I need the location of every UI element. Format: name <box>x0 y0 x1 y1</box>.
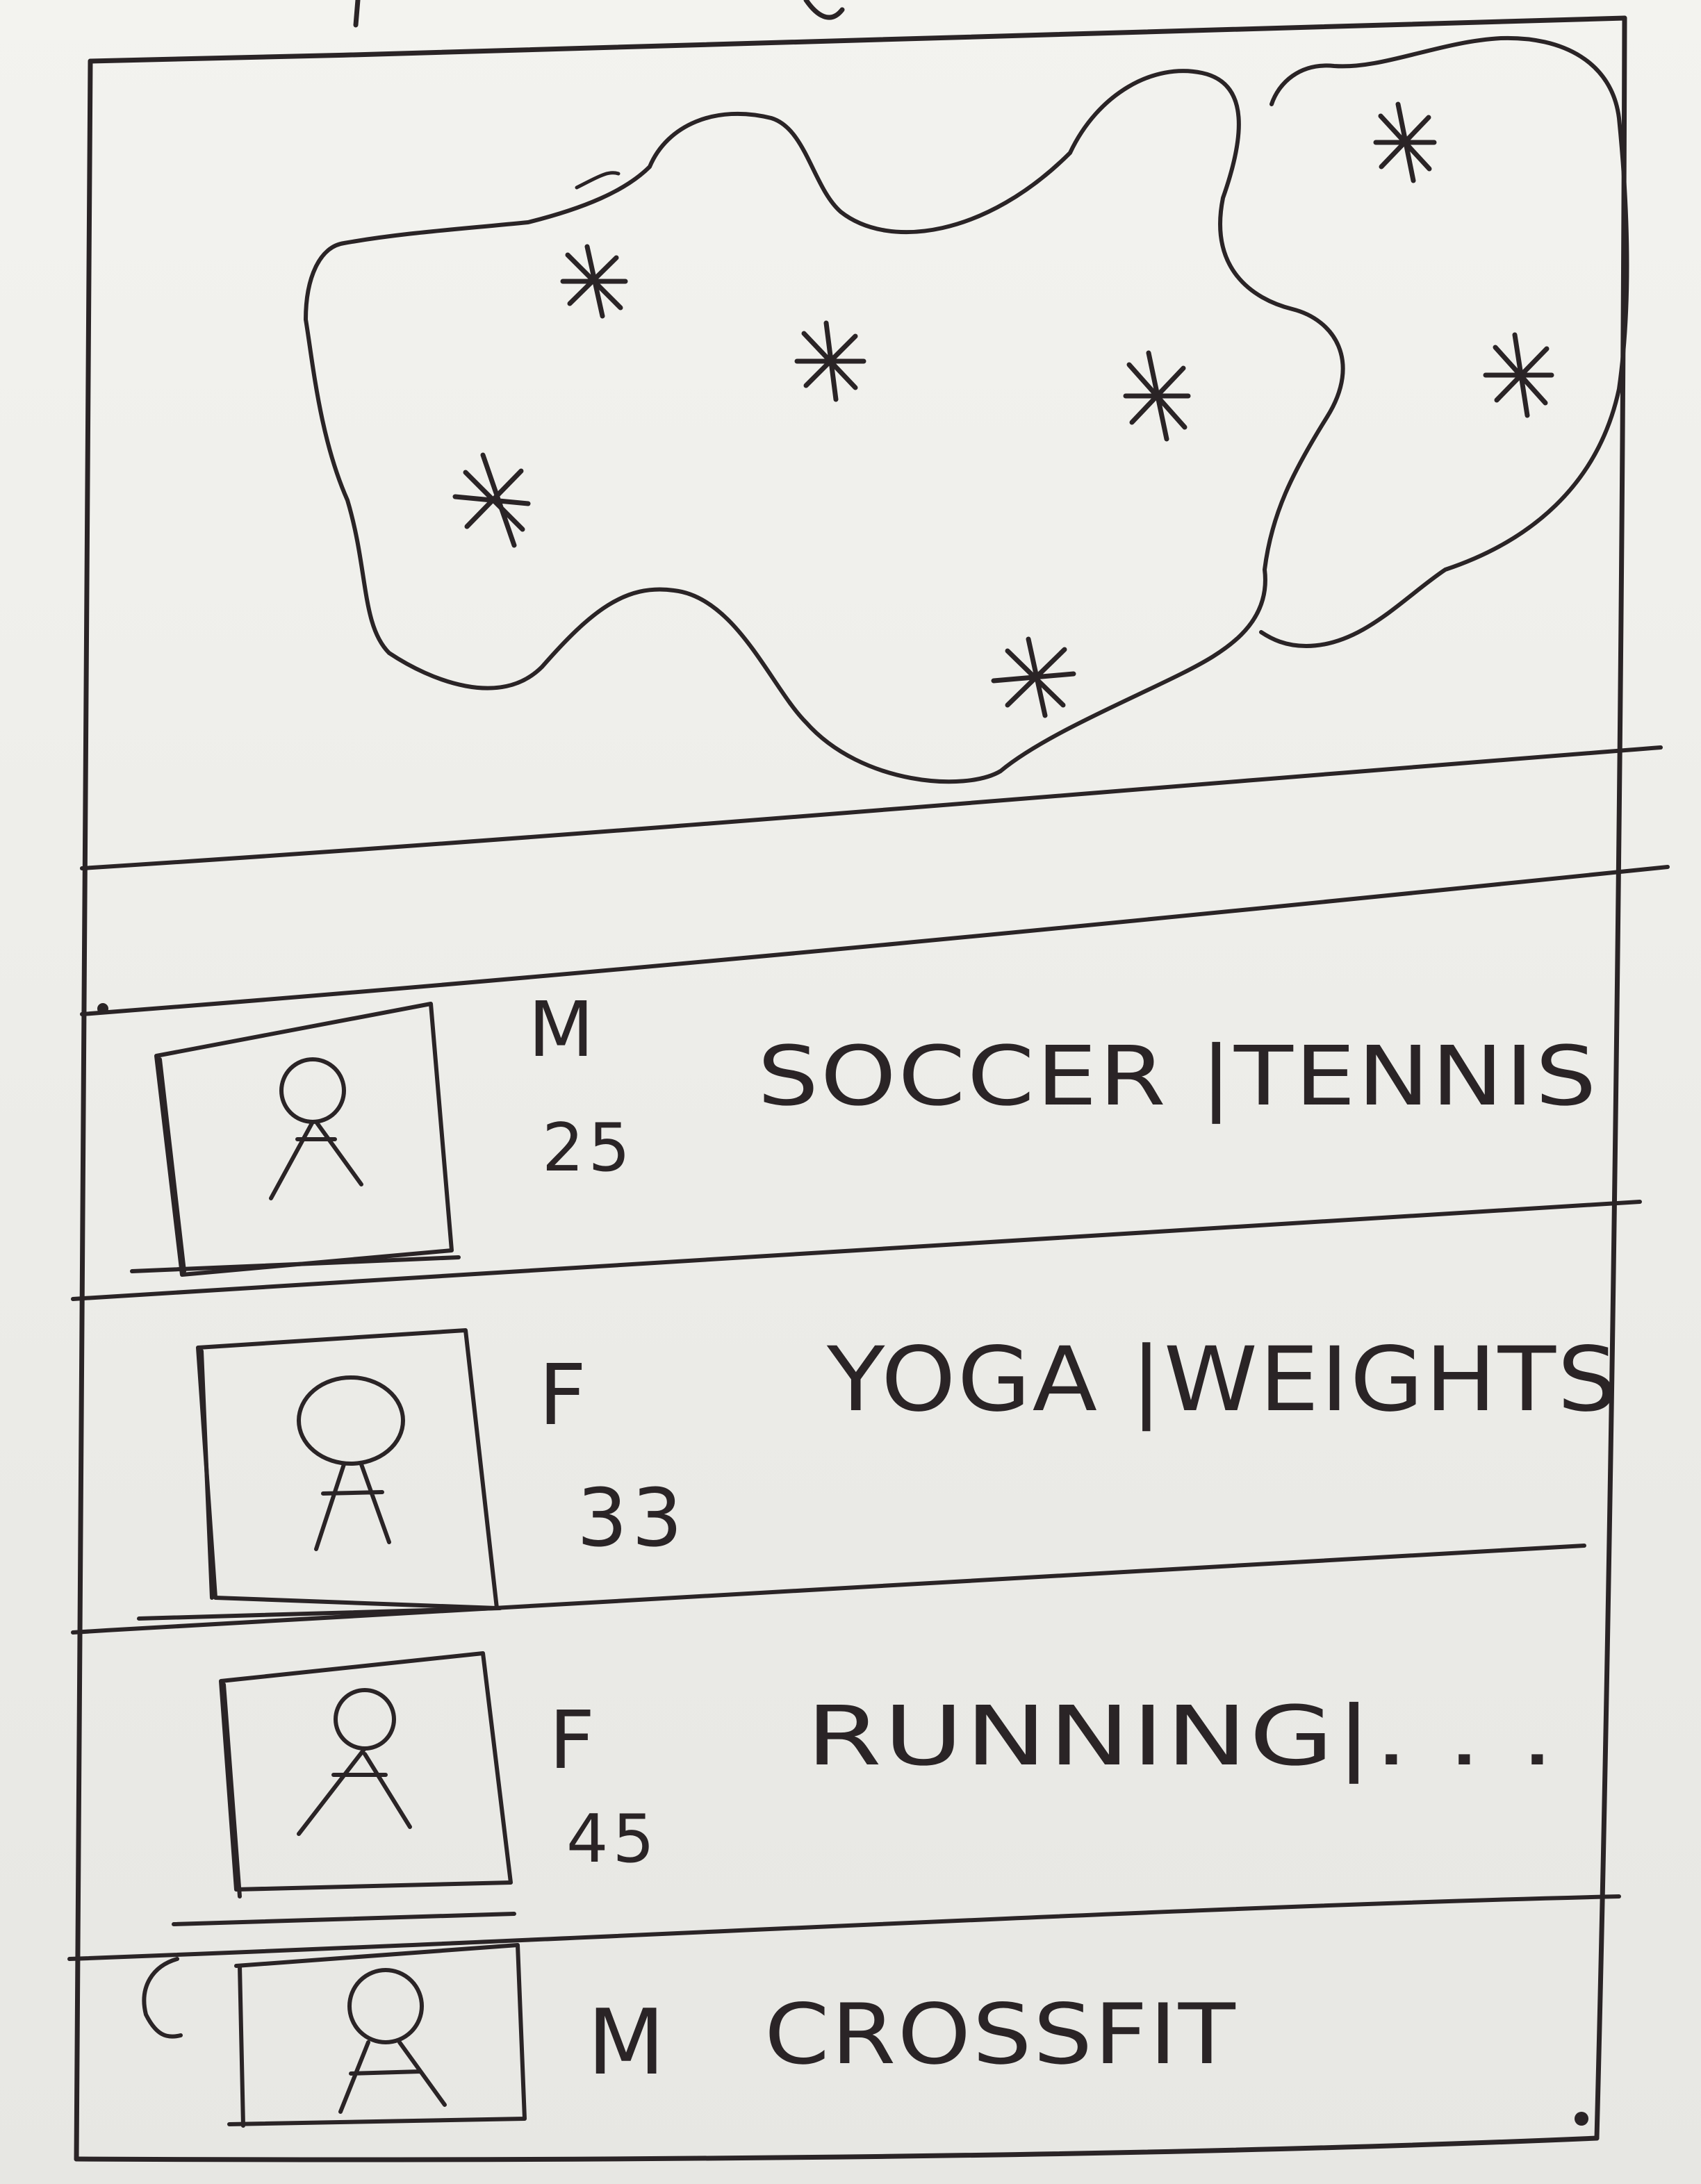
map-view[interactable] <box>304 35 1629 784</box>
age-label: 45 <box>566 1801 659 1878</box>
gender-label: F <box>549 1694 599 1787</box>
avatar-thumbnail <box>142 1943 527 2128</box>
avatar-thumbnail <box>154 1002 454 1277</box>
map-marker-3[interactable] <box>1123 350 1191 442</box>
person-icon <box>269 1057 363 1200</box>
age-label: 25 <box>542 1110 634 1186</box>
map-marker-4[interactable] <box>452 452 531 548</box>
phone-screen-sketch: M 25 SOCCER |TENNIS F 33 YOGA |WEIGHTS F <box>67 0 1670 2162</box>
person-icon <box>338 1968 447 2114</box>
age-label: 33 <box>577 1472 687 1565</box>
map-divider <box>80 745 1670 1016</box>
map-region-outline-east <box>1259 35 1629 648</box>
list-item[interactable]: F 33 YOGA |WEIGHTS <box>196 1328 1619 1610</box>
gender-label: M <box>587 1989 669 2095</box>
map-marker-2[interactable] <box>794 320 866 402</box>
list-item[interactable]: M CROSSFIT <box>142 1943 1237 2128</box>
map-marker-5[interactable] <box>991 636 1076 718</box>
gender-label: F <box>539 1348 591 1444</box>
map-marker-6[interactable] <box>1373 101 1437 183</box>
activities-label: YOGA |WEIGHTS <box>826 1328 1619 1432</box>
map-region-outline <box>304 69 1345 784</box>
person-icon <box>297 1688 412 1836</box>
avatar-thumbnail <box>196 1328 499 1610</box>
wireframe-sketch: M 25 SOCCER |TENNIS F 33 YOGA |WEIGHTS F <box>0 0 1701 2184</box>
list-separators <box>67 1200 1642 1961</box>
activities-label: RUNNING|. . . <box>806 1688 1556 1784</box>
map-marker-1[interactable] <box>560 244 628 319</box>
avatar-thumbnail <box>219 1651 513 1898</box>
map-marker-7[interactable] <box>1483 332 1554 418</box>
person-icon <box>297 1375 405 1551</box>
activities-label: CROSSFIT <box>764 1987 1237 2083</box>
list-item[interactable]: M 25 SOCCER |TENNIS <box>154 985 1598 1277</box>
cropped-handwriting <box>353 0 845 28</box>
activities-label: SOCCER |TENNIS <box>757 1028 1598 1124</box>
gender-label: M <box>528 985 598 1074</box>
list-item[interactable]: F 45 RUNNING|. . . <box>219 1651 1556 1898</box>
